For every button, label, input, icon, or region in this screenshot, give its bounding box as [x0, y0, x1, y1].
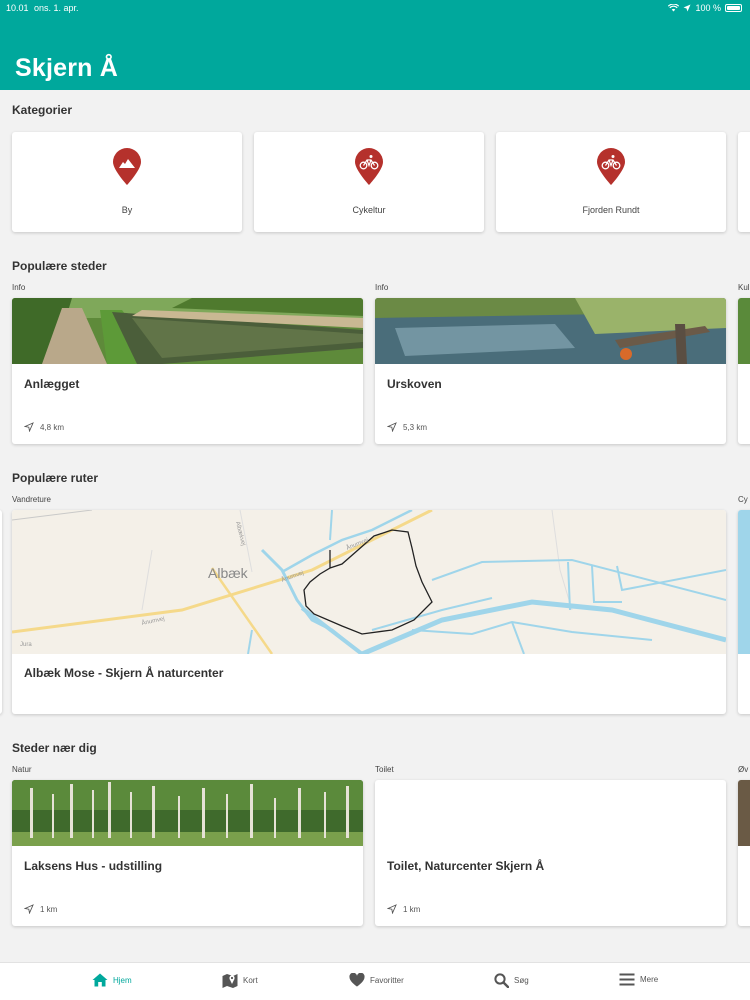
- category-card-fjorden-rundt[interactable]: Fjorden Rundt: [496, 132, 726, 232]
- menu-icon: [619, 973, 635, 986]
- place-category-label: Info: [12, 283, 26, 292]
- nearby-section-title: Steder nær dig: [12, 741, 97, 755]
- place-image: [12, 298, 363, 364]
- tab-label: Favoritter: [370, 975, 404, 985]
- category-label: Cykeltur: [352, 205, 386, 215]
- place-distance: 1 km: [387, 904, 420, 914]
- category-card-by[interactable]: By: [12, 132, 242, 232]
- place-image: [738, 780, 750, 846]
- distance-value: 1 km: [40, 904, 58, 914]
- route-map: Albæk Ånumvej Ånumvej Ånumvej Albækvej J…: [12, 510, 726, 654]
- place-title: Toilet, Naturcenter Skjern Å: [387, 859, 545, 873]
- wifi-icon: [668, 4, 680, 12]
- location-arrow-icon: [24, 422, 34, 432]
- tab-label: Søg: [514, 976, 529, 985]
- location-arrow-icon: [387, 422, 397, 432]
- route-title: Albæk Mose - Skjern Å naturcenter: [24, 666, 224, 680]
- place-category-label: Info: [375, 283, 389, 292]
- tab-bar: Hjem Kort Favoritter Søg Mere: [0, 962, 750, 1000]
- popular-routes-section-title: Populære ruter: [12, 471, 99, 485]
- route-category-label: Vandreture: [12, 495, 51, 504]
- distance-value: 5,3 km: [403, 422, 428, 432]
- place-card-urskoven[interactable]: Urskoven 5,3 km: [375, 298, 726, 444]
- place-distance: 1 km: [24, 904, 57, 914]
- nearby-card-toilet[interactable]: Toilet, Naturcenter Skjern Å 1 km: [375, 780, 726, 926]
- tab-label: Mere: [640, 975, 659, 984]
- distance-value: 1 km: [403, 904, 421, 914]
- heart-icon: [349, 973, 365, 987]
- bicycle-icon: [355, 148, 383, 185]
- battery-percentage: 100 %: [695, 3, 721, 13]
- place-card-anlaegget[interactable]: Anlægget 4,8 km: [12, 298, 363, 444]
- place-distance: 4,8 km: [24, 422, 64, 432]
- map-credit: Jura: [20, 642, 32, 648]
- category-card-partial[interactable]: [738, 132, 750, 232]
- nearby-card-laksens-hus[interactable]: Laksens Hus - udstilling 1 km: [12, 780, 363, 926]
- nearby-card-partial[interactable]: [738, 780, 750, 926]
- location-arrow-icon: [387, 904, 397, 914]
- place-card-partial[interactable]: [738, 298, 750, 444]
- status-time: 10.01: [6, 3, 29, 13]
- place-image: [12, 780, 363, 846]
- home-icon: [92, 973, 108, 987]
- place-image: [738, 298, 750, 364]
- tab-label: Hjem: [113, 975, 132, 985]
- place-title: Laksens Hus - udstilling: [24, 859, 163, 873]
- popular-places-section-title: Populære steder: [12, 259, 107, 273]
- map-icon: [222, 974, 238, 988]
- status-indicators: 100 %: [668, 3, 742, 13]
- status-bar: 10.01 ons. 1. apr. 100 %: [0, 0, 750, 16]
- distance-value: 4,8 km: [40, 422, 65, 432]
- route-card-partial-left[interactable]: [0, 510, 2, 714]
- nearby-category-label: Øv: [738, 765, 749, 774]
- place-title: Urskoven: [387, 377, 442, 391]
- tab-mere[interactable]: Mere: [619, 973, 658, 986]
- tab-kort[interactable]: Kort: [222, 973, 258, 988]
- categories-section-title: Kategorier: [12, 103, 73, 117]
- category-card-cykeltur[interactable]: Cykeltur: [254, 132, 484, 232]
- app-header: 10.01 ons. 1. apr. 100 % Skjern Å: [0, 0, 750, 90]
- bicycle-icon: [597, 148, 625, 185]
- status-date: ons. 1. apr.: [34, 3, 79, 13]
- place-category-label: Kul: [738, 283, 750, 292]
- nearby-category-label: Toilet: [375, 765, 394, 774]
- route-map: [738, 510, 750, 654]
- page-title: Skjern Å: [15, 54, 119, 82]
- location-arrow-icon: [24, 904, 34, 914]
- route-card-partial[interactable]: [738, 510, 750, 714]
- map-place-name: Albæk: [208, 565, 249, 581]
- place-distance: 5,3 km: [387, 422, 427, 432]
- place-image: [375, 298, 726, 364]
- nearby-category-label: Natur: [12, 765, 32, 774]
- tab-favoritter[interactable]: Favoritter: [349, 973, 404, 987]
- category-label: By: [121, 205, 133, 215]
- route-category-label: Cy: [738, 495, 748, 504]
- city-icon: [113, 148, 141, 185]
- route-card-albaek-mose[interactable]: Albæk Ånumvej Ånumvej Ånumvej Albækvej J…: [12, 510, 726, 714]
- battery-icon: [725, 4, 742, 12]
- category-label: Fjorden Rundt: [582, 205, 640, 215]
- tab-soeg[interactable]: Søg: [494, 973, 529, 988]
- place-title: Anlægget: [24, 377, 80, 391]
- location-arrow-icon: [683, 4, 691, 12]
- tab-hjem[interactable]: Hjem: [92, 973, 132, 987]
- search-icon: [494, 973, 509, 988]
- tab-label: Kort: [243, 976, 258, 985]
